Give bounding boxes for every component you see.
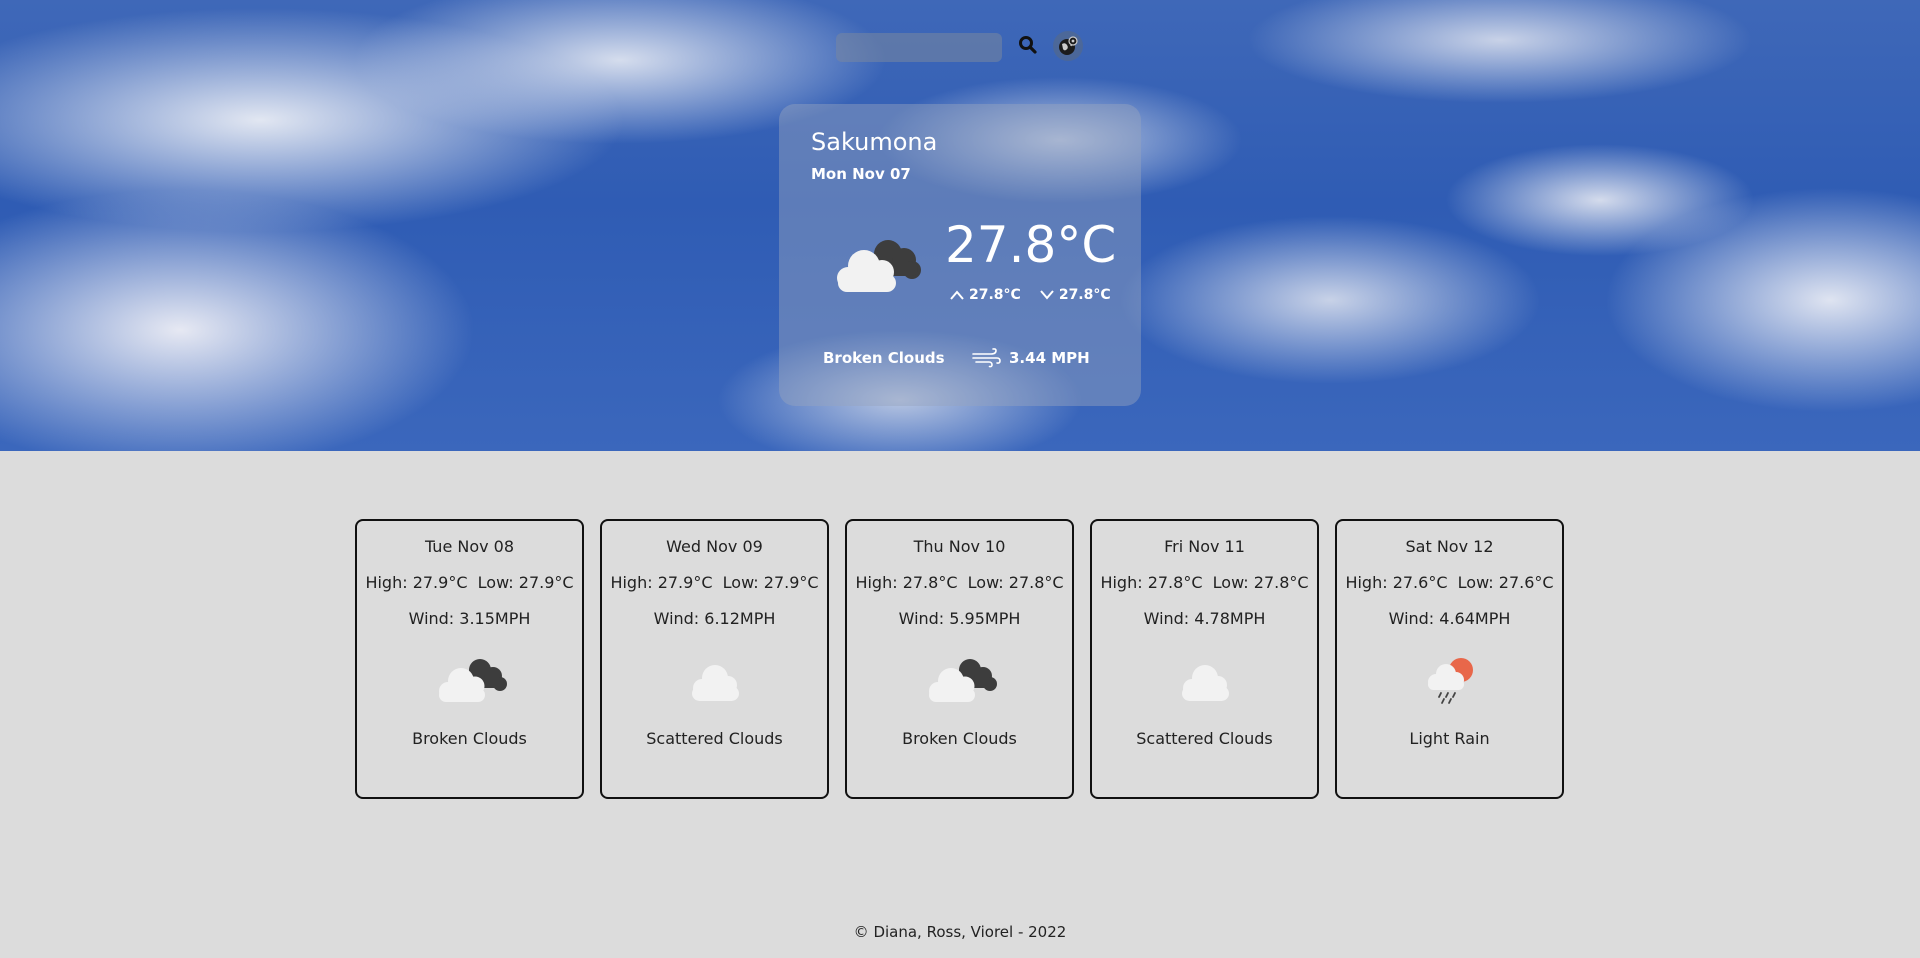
forecast-description: Broken Clouds — [902, 729, 1017, 748]
current-temperature: 27.8°C — [945, 216, 1117, 274]
forecast-date: Tue Nov 08 — [424, 537, 515, 556]
current-wind: 3.44 MPH — [971, 348, 1090, 368]
forecast-wind: Wind: 3.15MPH — [408, 609, 531, 628]
forecast-card: Thu Nov 10 High: 27.8°C Low: 27.8°C Wind… — [845, 519, 1074, 799]
current-high: 27.8°C — [969, 287, 1021, 303]
forecast-date: Wed Nov 09 — [666, 537, 763, 556]
forecast-list: Tue Nov 08 High: 27.9°C Low: 27.9°C Wind… — [355, 519, 1565, 799]
forecast-description: Light Rain — [1409, 729, 1490, 748]
footer-copyright: © Diana, Ross, Viorel - 2022 — [853, 923, 1067, 941]
forecast-description: Broken Clouds — [412, 729, 527, 748]
forecast-wind: Wind: 4.78MPH — [1143, 609, 1266, 628]
forecast-card: Tue Nov 08 High: 27.9°C Low: 27.9°C Wind… — [355, 519, 584, 799]
forecast-high-low: High: 27.8°C Low: 27.8°C — [1100, 573, 1309, 592]
light-rain-icon — [1427, 658, 1473, 704]
wind-icon — [972, 348, 1001, 368]
current-description: Broken Clouds — [823, 349, 945, 367]
forecast-high-low: High: 27.9°C Low: 27.9°C — [610, 573, 819, 592]
forecast-card: Sat Nov 12 High: 27.6°C Low: 27.6°C Wind… — [1335, 519, 1564, 799]
geolocation-button[interactable] — [1053, 31, 1083, 61]
forecast-high-low: High: 27.9°C Low: 27.9°C — [365, 573, 574, 592]
city-search-input[interactable] — [836, 33, 1002, 62]
current-date: Mon Nov 07 — [811, 165, 911, 183]
forecast-wind: Wind: 5.95MPH — [898, 609, 1021, 628]
high-low-temps: 27.8°C 27.8°C — [949, 287, 1111, 303]
broken-clouds-icon — [928, 659, 997, 702]
scattered-clouds-icon — [1181, 665, 1229, 701]
chevron-down-icon — [1040, 290, 1054, 300]
search-icon — [1019, 36, 1037, 54]
hero-sky-background: Sakumona Mon Nov 07 27.8°C 27.8°C 27.8°C… — [0, 0, 1920, 451]
city-name: Sakumona — [811, 128, 938, 156]
forecast-date: Thu Nov 10 — [913, 537, 1006, 556]
forecast-high-low: High: 27.8°C Low: 27.8°C — [855, 573, 1064, 592]
scattered-clouds-icon — [691, 665, 739, 701]
current-wind-speed: 3.44 MPH — [1009, 349, 1090, 367]
current-low: 27.8°C — [1058, 287, 1111, 303]
forecast-wind: Wind: 6.12MPH — [653, 609, 776, 628]
forecast-high-low: High: 27.6°C Low: 27.6°C — [1345, 573, 1554, 592]
current-weather-card: Sakumona Mon Nov 07 27.8°C 27.8°C 27.8°C… — [779, 104, 1141, 406]
forecast-date: Sat Nov 12 — [1405, 537, 1494, 556]
forecast-card: Wed Nov 09 High: 27.9°C Low: 27.9°C Wind… — [600, 519, 829, 799]
forecast-date: Fri Nov 11 — [1164, 537, 1245, 556]
forecast-card: Fri Nov 11 High: 27.8°C Low: 27.8°C Wind… — [1090, 519, 1319, 799]
forecast-description: Scattered Clouds — [1136, 729, 1273, 748]
broken-clouds-icon — [438, 659, 507, 702]
chevron-up-icon — [950, 290, 964, 300]
search-button[interactable] — [1014, 31, 1042, 59]
globe-location-icon — [1059, 36, 1078, 55]
forecast-description: Scattered Clouds — [646, 729, 783, 748]
broken-clouds-icon — [837, 240, 921, 292]
forecast-wind: Wind: 4.64MPH — [1388, 609, 1511, 628]
